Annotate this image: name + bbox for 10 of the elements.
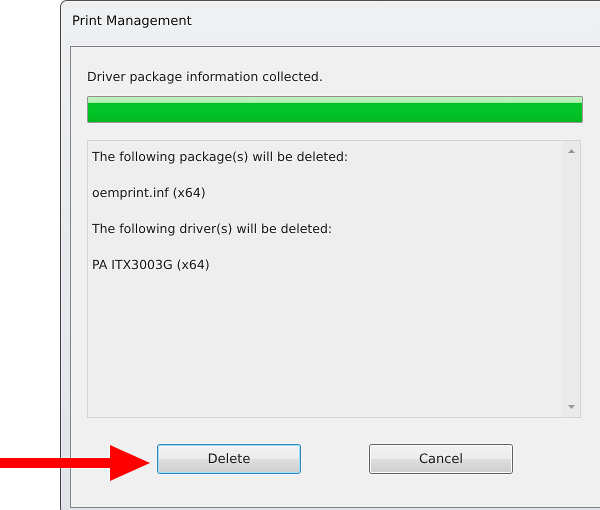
delete-button[interactable]: Delete (157, 444, 301, 474)
details-line: The following package(s) will be deleted: (92, 149, 348, 164)
window-title: Print Management (71, 13, 193, 31)
scroll-down-icon[interactable] (568, 405, 575, 409)
status-text: Driver package information collected. (87, 69, 323, 84)
details-line: oemprint.inf (x64) (92, 185, 206, 200)
scroll-up-icon[interactable] (568, 149, 575, 153)
details-line: PA ITX3003G (x64) (92, 257, 210, 272)
details-line: The following driver(s) will be deleted: (92, 221, 332, 236)
cancel-button[interactable]: Cancel (369, 444, 513, 474)
